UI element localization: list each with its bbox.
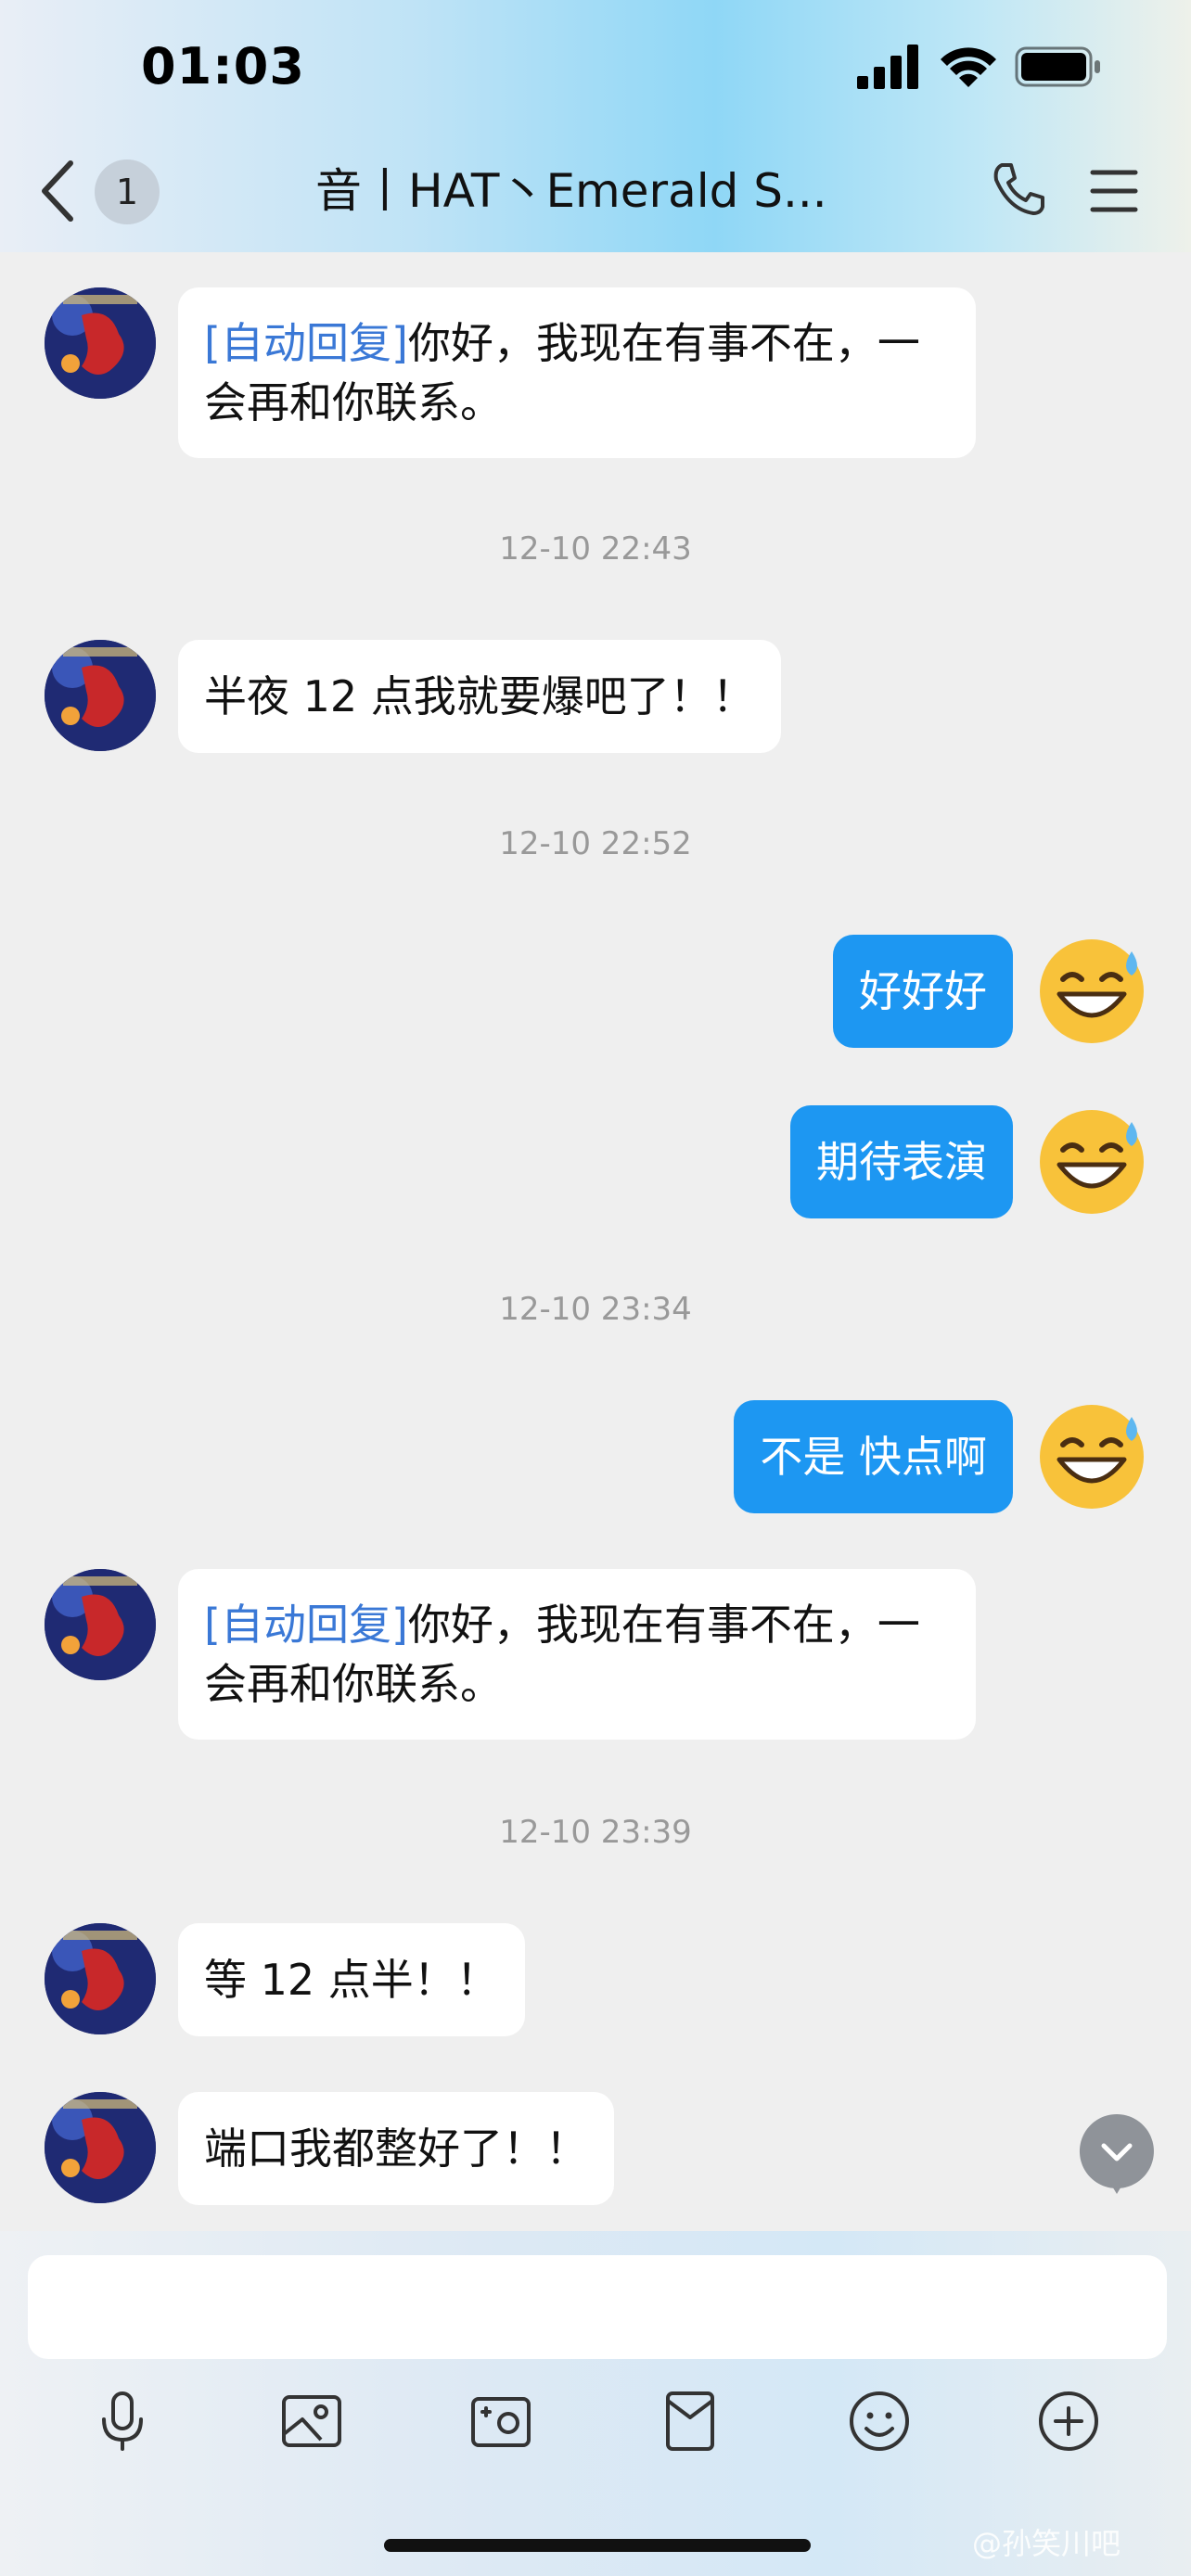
- message-text: 会再和你联系。: [204, 377, 503, 427]
- status-time: 01:03: [141, 37, 305, 96]
- contact-avatar[interactable]: [45, 1923, 156, 2034]
- timestamp: 12-10 23:34: [499, 1291, 692, 1328]
- phone-call-icon[interactable]: [989, 159, 1048, 219]
- message-bubble-incoming[interactable]: 端口我都整好了！！: [178, 2092, 614, 2205]
- grinning-sweat-emoji-avatar-icon[interactable]: [1035, 935, 1148, 1048]
- auto-reply-tag: [自动回复]: [204, 318, 408, 368]
- camera-icon[interactable]: [467, 2388, 534, 2455]
- message-text: 你好，我现在有事不在，一: [407, 1600, 920, 1650]
- message-bubble-incoming[interactable]: 等 12 点半！！: [178, 1923, 525, 2036]
- message-text: 你好，我现在有事不在，一: [407, 318, 920, 368]
- contact-avatar[interactable]: [45, 287, 156, 399]
- watermark: @孙笑川吧: [972, 2526, 1121, 2561]
- message-text: 半夜 12 点我就要爆吧了！！: [204, 671, 755, 721]
- contact-avatar[interactable]: [45, 640, 156, 751]
- timestamp: 12-10 22:52: [499, 825, 692, 862]
- message-bubble-outgoing[interactable]: 好好好: [833, 935, 1013, 1048]
- message-text: 端口我都整好了！！: [204, 2123, 588, 2174]
- message-bubble-incoming[interactable]: [自动回复]你好，我现在有事不在，一 会再和你联系。: [178, 1569, 976, 1740]
- message-bubble-incoming[interactable]: [自动回复]你好，我现在有事不在，一 会再和你联系。: [178, 287, 976, 458]
- wifi-icon: [941, 47, 996, 87]
- contact-avatar[interactable]: [45, 1569, 156, 1680]
- message-text: 好好好: [859, 966, 987, 1016]
- plus-icon[interactable]: [1035, 2388, 1102, 2455]
- message-text: 会再和你联系。: [204, 1659, 503, 1709]
- timestamp: 12-10 22:43: [499, 530, 692, 567]
- unread-count-badge[interactable]: 1: [95, 159, 160, 224]
- microphone-icon[interactable]: [89, 2388, 156, 2455]
- emoji-icon[interactable]: [846, 2388, 913, 2455]
- image-icon[interactable]: [278, 2388, 345, 2455]
- home-indicator[interactable]: [384, 2539, 811, 2552]
- cellular-signal-icon: [857, 45, 918, 89]
- grinning-sweat-emoji-avatar-icon[interactable]: [1035, 1105, 1148, 1218]
- battery-icon: [1015, 46, 1100, 87]
- grinning-sweat-emoji-avatar-icon[interactable]: [1035, 1400, 1148, 1513]
- message-input[interactable]: [28, 2255, 1167, 2359]
- chat-title[interactable]: 音丨HAT丶Emerald S...: [315, 158, 872, 224]
- scroll-to-bottom-icon[interactable]: [1078, 2112, 1156, 2196]
- back-chevron-icon[interactable]: [33, 158, 85, 224]
- message-bubble-outgoing[interactable]: 期待表演: [790, 1105, 1013, 1218]
- message-text: 等 12 点半！！: [204, 1955, 499, 2005]
- auto-reply-tag: [自动回复]: [204, 1600, 408, 1650]
- timestamp: 12-10 23:39: [499, 1814, 692, 1851]
- contact-avatar[interactable]: [45, 2092, 156, 2203]
- message-text: 不是 快点啊: [760, 1432, 987, 1482]
- message-bubble-incoming[interactable]: 半夜 12 点我就要爆吧了！！: [178, 640, 781, 753]
- menu-icon[interactable]: [1089, 163, 1139, 219]
- red-packet-icon[interactable]: [657, 2388, 724, 2455]
- message-text: 期待表演: [816, 1137, 987, 1187]
- message-bubble-outgoing[interactable]: 不是 快点啊: [734, 1400, 1013, 1513]
